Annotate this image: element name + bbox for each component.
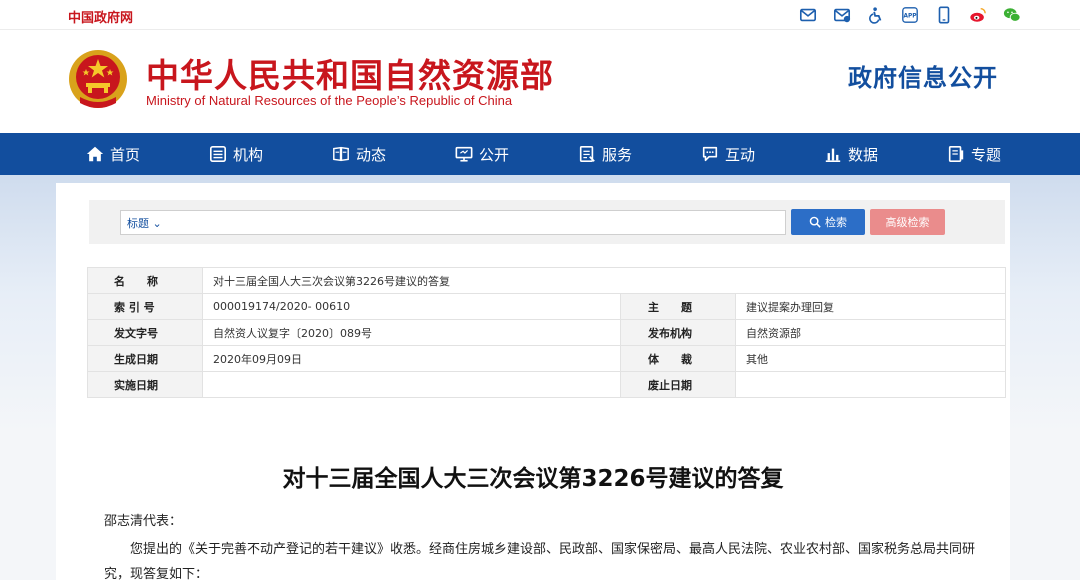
nav-item-open[interactable]: 公开: [455, 133, 578, 175]
nav-item-interact[interactable]: 互动: [701, 133, 824, 175]
content-panel: 标题 ⌄ 检索 高级检索 名 称 对十三届全国人大三次会议第3226号建议的答复…: [56, 183, 1010, 580]
search-input[interactable]: 标题 ⌄: [120, 210, 786, 235]
chat-icon: [702, 146, 718, 162]
nav-label: 首页: [110, 145, 141, 164]
nav-item-news[interactable]: 动态: [332, 133, 455, 175]
subscribe-mail-icon[interactable]: [832, 6, 852, 24]
mail-icon[interactable]: [798, 6, 818, 24]
search-icon: [809, 216, 821, 228]
meta-value: 000019174/2020- 00610: [202, 293, 621, 320]
table-row: 实施日期 废止日期: [87, 371, 1006, 398]
search-button-label: 检索: [825, 216, 847, 229]
search-bar: 标题 ⌄ 检索 高级检索: [89, 200, 1005, 244]
meta-key: 体 裁: [620, 345, 736, 372]
meta-value: 其他: [735, 345, 1006, 372]
article-paragraph: 您提出的《关于完善不动产登记的若干建议》收悉。经商住房城乡建设部、民政部、国家保…: [104, 542, 976, 580]
nav-label: 互动: [725, 145, 756, 164]
search-field-select-value: 标题: [127, 217, 149, 230]
svg-text:APP: APP: [903, 14, 917, 20]
table-row: 发文字号 自然资人议复字〔2020〕089号 发布机构 自然资源部: [87, 319, 1006, 346]
nav-item-topic[interactable]: 专题: [947, 133, 1037, 175]
nav-label: 动态: [356, 145, 387, 164]
gov-info-open-title: 政府信息公开: [848, 64, 998, 92]
nav-label: 机构: [233, 145, 264, 164]
meta-value: 建议提案办理回复: [735, 293, 1006, 320]
meta-value: 对十三届全国人大三次会议第3226号建议的答复: [202, 267, 1006, 294]
meta-value: 自然资源部: [735, 319, 1006, 346]
ministry-title-en: Ministry of Natural Resources of the Peo…: [146, 93, 513, 108]
search-field-select[interactable]: 标题 ⌄: [127, 215, 162, 231]
meta-key: 索 引 号: [87, 293, 203, 320]
monitor-icon: [455, 146, 473, 162]
search-button[interactable]: 检索: [791, 209, 865, 235]
meta-key: 发文字号: [87, 319, 203, 346]
meta-value: [735, 371, 1006, 398]
meta-key: 主 题: [620, 293, 736, 320]
meta-key: 生成日期: [87, 345, 203, 372]
ministry-title-zh: 中华人民共和国自然资源部: [146, 56, 554, 95]
org-icon: [209, 145, 227, 163]
site-header: 中华人民共和国自然资源部 Ministry of Natural Resourc…: [0, 31, 1080, 133]
article-salutation: 邵志清代表：: [104, 514, 183, 529]
meta-key: 实施日期: [87, 371, 203, 398]
nav-item-home[interactable]: 首页: [86, 133, 209, 175]
utility-icons: APP: [798, 6, 1022, 24]
weibo-icon[interactable]: [968, 6, 988, 24]
service-icon: [579, 145, 595, 163]
meta-key: 名 称: [87, 267, 203, 294]
nav-label: 数据: [848, 145, 879, 164]
nav-label: 公开: [479, 145, 510, 164]
mobile-icon[interactable]: [934, 6, 954, 24]
table-row: 索 引 号 000019174/2020- 00610 主 题 建议提案办理回复: [87, 293, 1006, 320]
gov-portal-link[interactable]: 中国政府网: [68, 7, 133, 26]
meta-value: [202, 371, 621, 398]
app-icon[interactable]: APP: [900, 6, 920, 24]
nav-item-org[interactable]: 机构: [209, 133, 332, 175]
table-row: 生成日期 2020年09月09日 体 裁 其他: [87, 345, 1006, 372]
meta-key: 发布机构: [620, 319, 736, 346]
nav-label: 服务: [602, 145, 633, 164]
meta-key: 废止日期: [620, 371, 736, 398]
top-utility-bar: 中国政府网 APP: [0, 0, 1080, 30]
home-icon: [86, 146, 104, 162]
bar-chart-icon: [825, 148, 841, 163]
nav-item-data[interactable]: 数据: [824, 133, 947, 175]
nav-label: 专题: [971, 145, 1002, 164]
meta-value: 自然资人议复字〔2020〕089号: [202, 319, 621, 346]
article-title: 对十三届全国人大三次会议第3226号建议的答复: [282, 466, 784, 492]
nav-item-service[interactable]: 服务: [578, 133, 701, 175]
document-metadata-table: 名 称 对十三届全国人大三次会议第3226号建议的答复 索 引 号 000019…: [87, 267, 1006, 398]
main-nav: 首页 机构 动态 公开 服务 互动 数据 专题: [0, 133, 1080, 175]
national-emblem-icon: [69, 50, 127, 108]
wechat-icon[interactable]: [1002, 6, 1022, 24]
table-row: 名 称 对十三届全国人大三次会议第3226号建议的答复: [87, 267, 1006, 294]
topic-icon: [948, 145, 964, 163]
news-icon: [333, 146, 349, 162]
accessibility-icon[interactable]: [866, 6, 886, 24]
advanced-search-button[interactable]: 高级检索: [870, 209, 945, 235]
meta-value: 2020年09月09日: [202, 345, 621, 372]
chevron-down-icon: ⌄: [152, 217, 162, 230]
